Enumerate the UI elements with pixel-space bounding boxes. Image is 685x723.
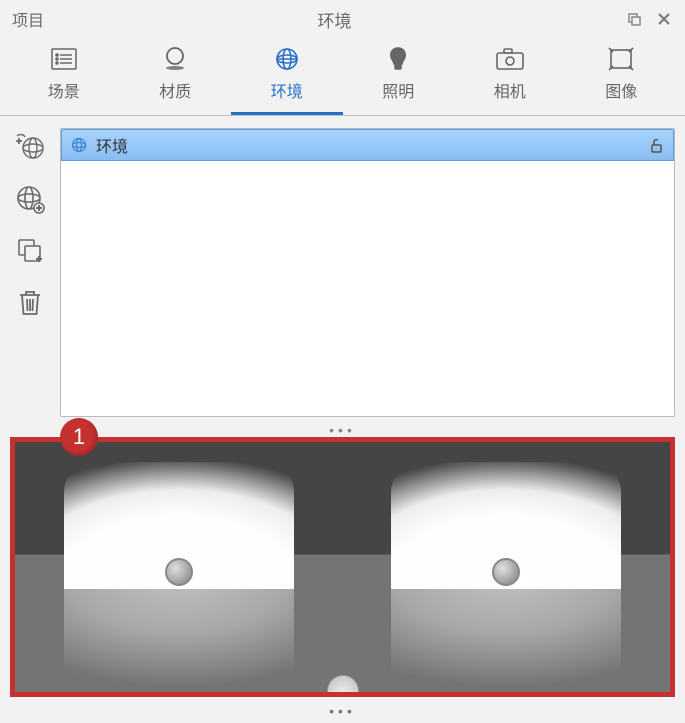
environment-thumb bbox=[391, 462, 621, 692]
environment-panel: 项目 环境 bbox=[0, 0, 685, 723]
tab-image[interactable]: 图像 bbox=[566, 38, 678, 115]
pin-icon bbox=[165, 558, 193, 586]
list-icon bbox=[44, 44, 84, 74]
environment-thumb bbox=[64, 462, 294, 692]
bulb-icon bbox=[378, 44, 418, 74]
pin-icon bbox=[492, 558, 520, 586]
tab-label: 照明 bbox=[382, 78, 414, 102]
environment-body: 环境 bbox=[0, 116, 685, 423]
preview-handle-icon bbox=[327, 675, 359, 694]
side-toolbar bbox=[10, 128, 50, 417]
titlebar: 项目 环境 bbox=[0, 0, 685, 38]
panel-tabs: 场景 材质 环境 bbox=[0, 38, 685, 116]
environment-list[interactable]: 环境 bbox=[60, 128, 675, 417]
callout-wrap: 1 bbox=[10, 437, 675, 697]
environment-preview[interactable] bbox=[10, 437, 675, 697]
duplicate-button[interactable] bbox=[13, 234, 47, 268]
tab-label: 场景 bbox=[48, 78, 80, 102]
globe-icon bbox=[267, 44, 307, 74]
tab-label: 图像 bbox=[605, 78, 637, 102]
globe-icon bbox=[70, 136, 88, 154]
tab-material[interactable]: 材质 bbox=[120, 38, 232, 115]
delete-button[interactable] bbox=[13, 286, 47, 320]
close-icon[interactable] bbox=[655, 10, 673, 28]
callout-badge: 1 bbox=[60, 418, 98, 456]
add-environment-button[interactable] bbox=[13, 182, 47, 216]
tab-label: 材质 bbox=[159, 78, 191, 102]
sphere-icon bbox=[155, 44, 195, 74]
panel-title: 环境 bbox=[44, 7, 625, 32]
detach-icon[interactable] bbox=[625, 10, 643, 28]
camera-icon bbox=[490, 44, 530, 74]
tab-lighting[interactable]: 照明 bbox=[343, 38, 455, 115]
project-label: 项目 bbox=[12, 7, 44, 31]
tab-label: 相机 bbox=[494, 78, 526, 102]
tab-camera[interactable]: 相机 bbox=[454, 38, 566, 115]
list-item[interactable]: 环境 bbox=[61, 129, 674, 161]
splitter-handle[interactable]: ••• bbox=[0, 701, 685, 723]
tab-environment[interactable]: 环境 bbox=[231, 38, 343, 115]
tab-label: 环境 bbox=[271, 78, 303, 102]
splitter-handle[interactable]: ••• bbox=[0, 423, 685, 437]
list-item-label: 环境 bbox=[96, 133, 639, 157]
unlock-icon[interactable] bbox=[647, 136, 665, 154]
frame-icon bbox=[601, 44, 641, 74]
import-environment-button[interactable] bbox=[13, 130, 47, 164]
tab-scene[interactable]: 场景 bbox=[8, 38, 120, 115]
